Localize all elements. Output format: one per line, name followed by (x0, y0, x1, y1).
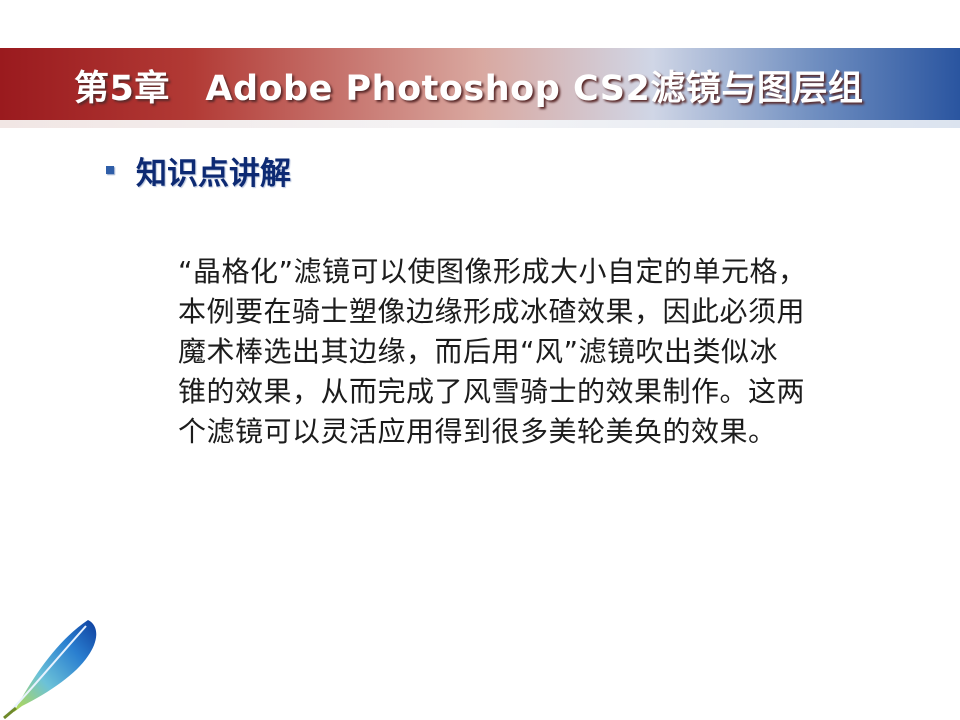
slide-title: 第5章 Adobe Photoshop CS2滤镜与图层组 (74, 69, 864, 109)
section-heading: 知识点讲解 (106, 148, 291, 192)
feather-icon (3, 620, 97, 720)
body-line: 本例要在骑士塑像边缘形成冰碴效果，因此必须用 (178, 295, 806, 328)
bullet-square-icon (106, 166, 114, 174)
body-line: 个滤镜可以灵活应用得到很多美轮美奂的效果。 (178, 415, 777, 448)
body-line: 魔术棒选出其边缘，而后用“风”滤镜吹出类似冰 (178, 335, 779, 368)
body-line: 锥的效果，从而完成了风雪骑士的效果制作。这两 (178, 375, 806, 408)
body-line: “晶格化”滤镜可以使图像形成大小自定的单元格， (178, 255, 807, 288)
body-paragraph: “晶格化”滤镜可以使图像形成大小自定的单元格， 本例要在骑士塑像边缘形成冰碴效果… (178, 252, 890, 452)
title-underline (0, 120, 960, 128)
section-title: 知识点讲解 (136, 155, 291, 192)
